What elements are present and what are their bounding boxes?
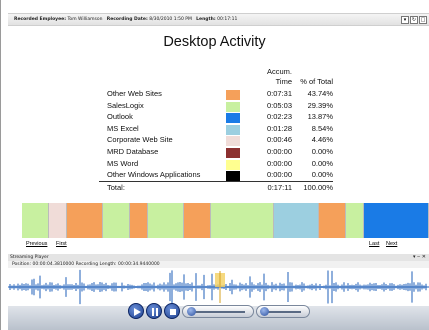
seek-track (193, 311, 245, 313)
timeline-segment[interactable] (184, 203, 211, 238)
activity-row: MS Word 0:00:00 0.00% (91, 159, 333, 171)
activity-row: SalesLogix 0:05:03 29.39% (91, 101, 333, 113)
pause-button[interactable] (146, 303, 162, 319)
activity-row: Other Web Sites 0:07:31 43.74% (91, 89, 333, 101)
activity-time: 0:05:03 (266, 100, 292, 110)
first-link[interactable]: First (56, 241, 67, 247)
date-value: 8/30/2010 1:50 PM (149, 17, 192, 22)
player-title: Streaming Player (10, 255, 49, 260)
activity-table: Accum. Time % of Total Other Web Sites 0:… (91, 64, 333, 196)
activity-pct: 0.00% (311, 147, 333, 156)
volume-slider[interactable] (256, 305, 310, 318)
activity-name: Other Windows Applications (107, 170, 201, 180)
activity-color-swatch (226, 90, 240, 100)
activity-time: 0:00:00 (266, 158, 292, 168)
activity-color-swatch (226, 171, 240, 182)
activity-name: MRD Database (107, 147, 159, 156)
position-bar: Position: 00:00:04.3810000 Recording Len… (8, 261, 429, 268)
audio-waveform[interactable] (8, 268, 429, 306)
stop-button[interactable] (164, 303, 180, 319)
activity-row: Outlook 0:02:23 13.87% (91, 112, 333, 124)
total-pct: 100.00% (303, 183, 333, 192)
activity-time: 0:07:31 (266, 89, 292, 98)
activity-row: MRD Database 0:00:00 0.00% (91, 147, 333, 159)
total-divider (99, 181, 333, 182)
activity-color-swatch (226, 113, 240, 124)
refresh-icon[interactable]: ↻ (410, 16, 418, 24)
header-controls: ▾ ↻ □ (401, 16, 427, 24)
activity-pct: 43.74% (307, 89, 333, 98)
play-button[interactable] (128, 303, 144, 319)
activity-name: Other Web Sites (107, 89, 162, 98)
employee-value: Tom Williamson (67, 17, 103, 22)
activity-name: MS Word (107, 158, 139, 168)
timeline-segment[interactable] (319, 203, 346, 238)
total-time: 0:17:11 (267, 183, 292, 192)
col-header-pct: % of Total (300, 77, 333, 86)
timeline-segment[interactable] (364, 203, 429, 238)
activity-color-swatch (226, 101, 240, 112)
activity-time: 0:00:00 (266, 170, 292, 180)
timeline-segment[interactable] (148, 203, 184, 238)
activity-pct: 13.87% (307, 112, 333, 122)
activity-row: Corporate Web Site 0:00:46 4.46% (91, 135, 333, 147)
activity-color-swatch (226, 159, 240, 170)
length-label: Length: (196, 17, 216, 22)
activity-timeline[interactable] (22, 203, 429, 238)
total-row: Total: 0:17:11 100.00% (91, 183, 333, 195)
timeline-segment[interactable] (103, 203, 130, 238)
activity-time: 0:00:00 (266, 147, 292, 156)
activity-pct: 0.00% (311, 170, 333, 180)
recording-meta: Recorded Employee: Tom Williamson Record… (14, 14, 237, 25)
seek-knob[interactable] (187, 307, 196, 316)
activity-name: Corporate Web Site (107, 135, 173, 145)
col-header-time-line1: Accum. (266, 67, 292, 76)
recording-header: Recorded Employee: Tom Williamson Record… (8, 13, 429, 26)
activity-row: Other Windows Applications 0:00:00 0.00% (91, 170, 333, 182)
dropdown-icon[interactable]: ▾ (401, 16, 409, 24)
volume-knob[interactable] (260, 307, 269, 316)
timeline-segment[interactable] (130, 203, 148, 238)
activity-color-swatch (226, 148, 240, 158)
seek-slider[interactable] (182, 305, 254, 318)
activity-pct: 4.46% (311, 135, 333, 145)
date-label: Recording Date: (106, 17, 148, 22)
previous-link[interactable]: Previous (26, 241, 47, 247)
activity-row: MS Excel 0:01:28 8.54% (91, 124, 333, 136)
total-label: Total: (107, 183, 125, 192)
activity-pct: 0.00% (311, 158, 333, 168)
employee-label: Recorded Employee: (14, 17, 67, 22)
activity-color-swatch (226, 136, 240, 147)
report-title: Desktop Activity (163, 34, 266, 50)
activity-time: 0:00:46 (266, 135, 292, 145)
last-link[interactable]: Last (369, 241, 379, 247)
window-icon[interactable]: □ (419, 16, 427, 24)
position-text: Position: 00:00:04.3810000 Recording Len… (12, 262, 160, 267)
volume-track (267, 311, 301, 313)
activity-pct: 8.54% (311, 123, 333, 133)
waveform-svg (8, 269, 429, 305)
player-window-controls[interactable]: ▾ ‒ ✕ (413, 254, 426, 261)
timeline-segment[interactable] (274, 203, 319, 238)
playhead-icon (215, 271, 225, 303)
timeline-segment[interactable] (49, 203, 67, 238)
activity-color-swatch (226, 124, 240, 135)
activity-time: 0:01:28 (266, 123, 292, 133)
timeline-segment[interactable] (22, 203, 49, 238)
timeline-segment[interactable] (211, 203, 274, 238)
next-link[interactable]: Next (386, 241, 397, 247)
activity-name: MS Excel (107, 123, 139, 133)
activity-name: SalesLogix (107, 100, 144, 110)
activity-time: 0:02:23 (266, 112, 292, 122)
length-value: 00:17:11 (217, 17, 238, 22)
activity-name: Outlook (107, 112, 133, 122)
col-header-time-line2: Time (275, 77, 292, 86)
timeline-segment[interactable] (346, 203, 364, 238)
activity-pct: 29.39% (307, 100, 333, 110)
timeline-segment[interactable] (67, 203, 103, 238)
